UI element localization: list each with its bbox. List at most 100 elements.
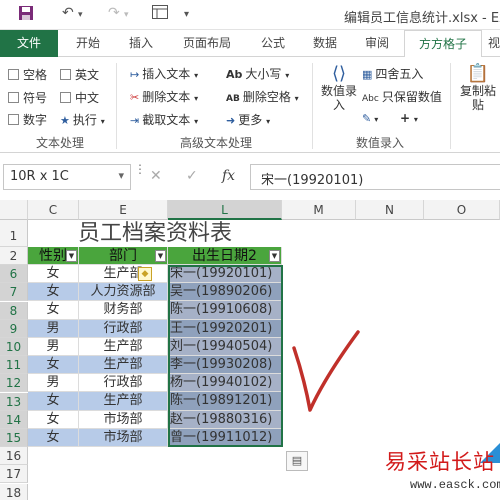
tab-view[interactable]: 视	[484, 30, 500, 57]
tab-file[interactable]: 文件	[0, 30, 58, 57]
filter-dropdown-icon[interactable]: ▼	[66, 250, 77, 262]
copy-paste-button[interactable]: 📋 复制粘贴	[456, 63, 500, 112]
checkbox-symbol[interactable]: 符号	[8, 89, 47, 106]
cell-birthdate[interactable]: 曾一(19911012)	[168, 428, 282, 447]
checkbox-english[interactable]: 英文	[60, 66, 99, 83]
insert-text-button[interactable]: ↦ 插入文本 ▾	[130, 65, 198, 82]
cell-birthdate[interactable]: 宋一(19920101)	[168, 265, 282, 284]
cell-department[interactable]: 市场部	[79, 428, 168, 447]
column-header-l[interactable]: L	[168, 200, 282, 220]
keep-value-button[interactable]: Abc 只保留数值	[362, 88, 442, 105]
row-header[interactable]: 8	[0, 301, 28, 320]
tab-data[interactable]: 数据	[300, 30, 350, 57]
select-all-corner[interactable]	[0, 200, 28, 220]
row-header[interactable]: 13	[0, 392, 28, 411]
name-box[interactable]: 10R x 1C ▾	[3, 164, 131, 190]
cell-department[interactable]: 财务部	[79, 301, 168, 320]
cancel-icon[interactable]: ✕	[150, 168, 162, 184]
checkbox-number[interactable]: 数字	[8, 111, 47, 128]
row-header[interactable]: 18	[0, 483, 28, 500]
column-header-c[interactable]: C	[28, 200, 79, 220]
column-header-m[interactable]: M	[282, 200, 356, 220]
column-header-e[interactable]: E	[79, 200, 168, 220]
tab-home[interactable]: 开始	[62, 30, 114, 57]
row-header[interactable]: 17	[0, 465, 28, 484]
round-button[interactable]: ▦ 四舍五入	[362, 65, 423, 82]
extract-text-button[interactable]: ⇥ 截取文本 ▾	[130, 111, 198, 128]
watermark-text: 易采站长站	[385, 450, 495, 474]
cell-gender[interactable]: 女	[28, 265, 79, 284]
tab-page-layout[interactable]: 页面布局	[168, 30, 246, 57]
cell-gender[interactable]: 男	[28, 319, 79, 338]
form-icon[interactable]	[152, 5, 168, 23]
more-button[interactable]: ➜ 更多 ▾	[226, 111, 270, 128]
row-header[interactable]: 14	[0, 410, 28, 429]
cell-department[interactable]: 生产部	[79, 392, 168, 411]
column-header-o[interactable]: O	[424, 200, 500, 220]
row-header[interactable]: 12	[0, 374, 28, 393]
cell-gender[interactable]: 女	[28, 301, 79, 320]
case-button[interactable]: Ab 大小写 ▾	[226, 65, 289, 82]
save-icon[interactable]	[18, 5, 34, 25]
execute-button[interactable]: ★ 执行 ▾	[60, 111, 105, 128]
cell-gender[interactable]: 女	[28, 428, 79, 447]
edit-dropdown-button[interactable]: ✎ ▾	[362, 111, 378, 125]
tab-formulas[interactable]: 公式	[248, 30, 298, 57]
row-header[interactable]: 16	[0, 447, 28, 466]
formula-input[interactable]: 宋一(19920101)	[250, 164, 500, 190]
undo-icon[interactable]: ↶	[62, 5, 74, 21]
cell-department[interactable]: 生产部	[79, 265, 168, 284]
cell-birthdate[interactable]: 刘一(19940504)	[168, 337, 282, 356]
row-header[interactable]: 11	[0, 356, 28, 375]
cell-gender[interactable]: 女	[28, 356, 79, 375]
cell-birthdate[interactable]: 赵一(19880316)	[168, 410, 282, 429]
filter-dropdown-icon[interactable]: ▼	[269, 250, 280, 262]
cell-gender[interactable]: 男	[28, 337, 79, 356]
row-header[interactable]: 10	[0, 338, 28, 356]
column-header-n[interactable]: N	[356, 200, 424, 220]
row-header[interactable]: 6	[0, 265, 28, 284]
checkbox-chinese[interactable]: 中文	[60, 89, 99, 106]
row-header[interactable]: 1	[0, 220, 28, 247]
paste-options-icon[interactable]: ▤	[286, 451, 308, 471]
customize-dropdown-icon[interactable]: ▾	[184, 9, 189, 20]
header-birthdate[interactable]: 出生日期2	[168, 247, 282, 265]
chevron-down-icon[interactable]: ▾	[118, 169, 124, 182]
error-warning-icon[interactable]: ◆	[138, 267, 152, 281]
cell-birthdate[interactable]: 陈一(19891201)	[168, 392, 282, 411]
number-entry-button[interactable]: ⟨⟩ 数值录入	[320, 63, 358, 112]
checkbox-space[interactable]: 空格	[8, 66, 47, 83]
cell-birthdate[interactable]: 王一(19920201)	[168, 319, 282, 338]
cell-birthdate[interactable]: 李一(19930208)	[168, 356, 282, 375]
cell-department[interactable]: 生产部	[79, 337, 168, 356]
cell-department[interactable]: 行政部	[79, 374, 168, 393]
tab-review[interactable]: 审阅	[352, 30, 402, 57]
tab-insert[interactable]: 插入	[116, 30, 166, 57]
cell-department[interactable]: 人力资源部	[79, 283, 168, 302]
delete-text-button[interactable]: ✂ 删除文本 ▾	[130, 88, 198, 105]
sheet-title[interactable]: 员工档案资料表	[28, 220, 282, 247]
cell-gender[interactable]: 女	[28, 392, 79, 411]
function-icon[interactable]: fx	[222, 168, 235, 184]
undo-dropdown-icon[interactable]: ▾	[78, 10, 83, 20]
redo-icon[interactable]: ↷	[108, 5, 120, 21]
cell-gender[interactable]: 男	[28, 374, 79, 393]
cell-birthdate[interactable]: 吴一(19890206)	[168, 283, 282, 302]
plus-dropdown-button[interactable]: + ▾	[400, 111, 418, 125]
cell-department[interactable]: 行政部	[79, 319, 168, 338]
row-header[interactable]: 7	[0, 283, 28, 302]
cell-gender[interactable]: 女	[28, 283, 79, 302]
row-header[interactable]: 2	[0, 247, 28, 265]
cell-birthdate[interactable]: 杨一(19940102)	[168, 374, 282, 393]
row-header[interactable]: 9	[0, 319, 28, 338]
cell-gender[interactable]: 女	[28, 410, 79, 429]
redo-dropdown-icon[interactable]: ▾	[124, 10, 129, 20]
cell-birthdate[interactable]: 陈一(19910608)	[168, 301, 282, 320]
row-header[interactable]: 15	[0, 429, 28, 447]
tab-fangfang[interactable]: 方方格子	[404, 30, 482, 58]
cell-department[interactable]: 市场部	[79, 410, 168, 429]
enter-icon[interactable]: ✓	[186, 168, 198, 184]
delete-space-button[interactable]: AB 删除空格 ▾	[226, 88, 299, 105]
filter-dropdown-icon[interactable]: ▼	[155, 250, 166, 262]
cell-department[interactable]: 生产部	[79, 356, 168, 375]
